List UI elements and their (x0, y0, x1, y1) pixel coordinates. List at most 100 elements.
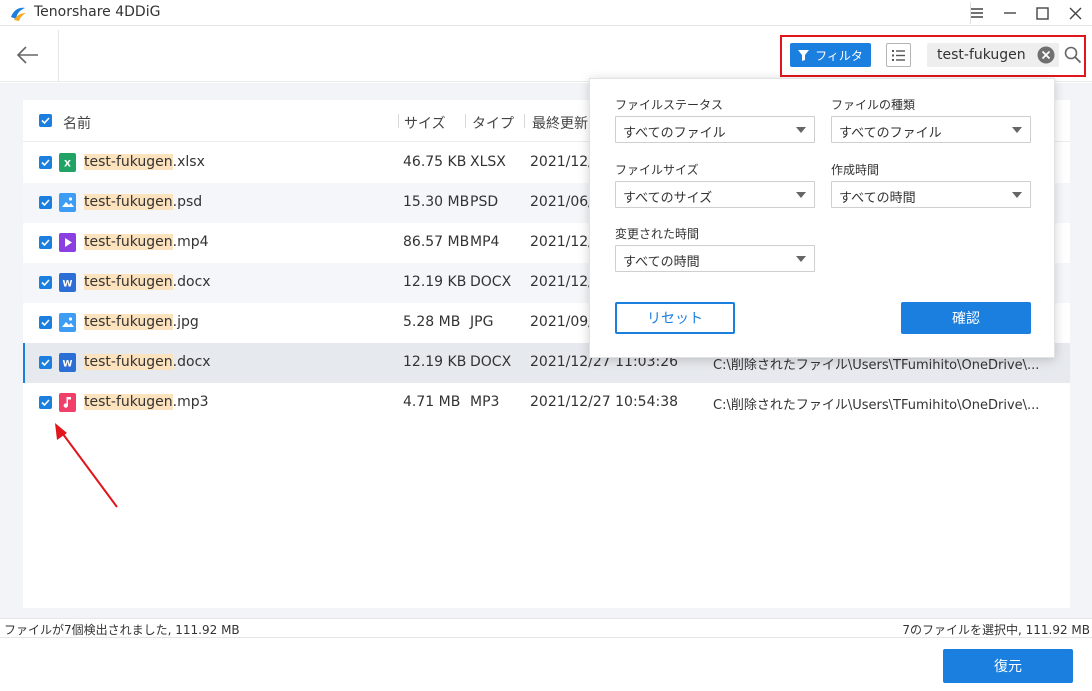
row-checkbox[interactable] (39, 396, 52, 409)
filter-button[interactable]: フィルタ (790, 43, 871, 67)
column-divider (398, 114, 399, 128)
check-icon (41, 239, 50, 247)
video-file-icon (59, 233, 76, 252)
file-extension: .docx (172, 354, 211, 370)
created-time-select[interactable]: すべての時間 (831, 181, 1031, 208)
file-kind-select[interactable]: すべてのファイル (831, 116, 1031, 143)
row-checkbox[interactable] (39, 156, 52, 169)
file-size: 86.57 MB (403, 234, 470, 250)
back-arrow-icon[interactable] (14, 41, 42, 69)
row-checkbox[interactable] (39, 236, 52, 249)
check-icon (41, 199, 50, 207)
file-type: JPG (470, 314, 494, 330)
filter-popup: ファイルステータス すべてのファイル ファイルの種類 すべてのファイル ファイル… (589, 78, 1055, 358)
hamburger-icon (970, 8, 983, 18)
file-size-label: ファイルサイズ (615, 163, 699, 177)
search-match-highlight: test-fukugen (84, 154, 173, 170)
check-icon (41, 399, 50, 407)
file-size: 5.28 MB (403, 314, 461, 330)
svg-text:X: X (64, 160, 71, 170)
file-kind-label: ファイルの種類 (831, 98, 916, 112)
search-match-highlight: test-fukugen (84, 194, 173, 210)
search-match-highlight: test-fukugen (84, 274, 173, 290)
file-name: test-fukugen.psd (84, 194, 202, 210)
file-size: 4.71 MB (403, 394, 461, 410)
row-checkbox[interactable] (39, 316, 52, 329)
file-modified-date: 2021/12/ (530, 154, 593, 170)
column-header-name[interactable]: 名前 (63, 113, 91, 133)
audio-file-icon (59, 393, 76, 412)
file-size-value: すべてのサイズ (623, 191, 713, 206)
row-checkbox[interactable] (39, 276, 52, 289)
app-logo-icon (11, 7, 26, 21)
check-icon (41, 359, 50, 367)
close-button[interactable] (1059, 0, 1092, 26)
app-title: Tenorshare 4DDiG (34, 4, 161, 20)
modified-time-label: 変更された時間 (615, 227, 700, 241)
file-extension: .mp4 (172, 234, 209, 250)
window-controls (960, 0, 1092, 26)
file-modified-date: 2021/12/ (530, 274, 593, 290)
maximize-button[interactable] (1026, 0, 1059, 26)
list-view-button[interactable] (886, 43, 911, 67)
dropdown-caret-icon (1012, 127, 1022, 133)
search-match-highlight: test-fukugen (84, 394, 173, 410)
file-status-select[interactable]: すべてのファイル (615, 116, 815, 143)
check-icon (41, 117, 50, 125)
dropdown-caret-icon (796, 256, 806, 262)
column-header-modified[interactable]: 最終更新 (532, 113, 588, 133)
svg-text:W: W (63, 280, 73, 290)
file-type: PSD (470, 194, 499, 210)
file-size: 12.19 KB (403, 274, 467, 290)
file-modified-date: 2021/12/ (530, 234, 593, 250)
file-size: 46.75 KB (403, 154, 467, 170)
column-divider (465, 114, 466, 128)
toolbar: フィルタ (0, 27, 1092, 82)
confirm-button[interactable]: 確認 (901, 302, 1031, 334)
search-icon[interactable] (1064, 46, 1082, 64)
search-match-highlight: test-fukugen (84, 234, 173, 250)
file-extension: .xlsx (172, 154, 205, 170)
funnel-icon (798, 49, 810, 61)
column-header-size[interactable]: サイズ (404, 113, 446, 133)
search-input[interactable] (937, 46, 1032, 64)
file-type: MP4 (470, 234, 500, 250)
row-checkbox[interactable] (39, 196, 52, 209)
close-icon (1069, 7, 1082, 19)
file-size-select[interactable]: すべてのサイズ (615, 181, 815, 208)
minimize-button[interactable] (993, 0, 1026, 26)
modified-time-value: すべての時間 (623, 255, 700, 270)
file-type: DOCX (470, 274, 512, 290)
file-path: C:\削除されたファイル\Users\TFumihito\OneDrive\..… (713, 398, 1040, 413)
dropdown-caret-icon (1012, 192, 1022, 198)
active-row-indicator (23, 343, 25, 383)
recover-button[interactable]: 復元 (943, 649, 1073, 683)
file-status-value: すべてのファイル (623, 126, 726, 141)
image-file-icon (59, 193, 76, 212)
row-checkbox[interactable] (39, 356, 52, 369)
dropdown-caret-icon (796, 127, 806, 133)
dropdown-caret-icon (796, 192, 806, 198)
created-time-value: すべての時間 (839, 191, 916, 206)
file-size: 15.30 MB (403, 194, 470, 210)
file-name: test-fukugen.docx (84, 274, 211, 290)
search-match-highlight: test-fukugen (84, 314, 173, 330)
column-header-type[interactable]: タイプ (472, 113, 514, 133)
reset-button[interactable]: リセット (615, 302, 735, 334)
menu-button[interactable] (960, 0, 993, 26)
title-bar: Tenorshare 4DDiG (0, 0, 1092, 26)
selected-files-status: 7のファイルを選択中, 111.92 MB (902, 623, 1090, 637)
list-view-icon (892, 49, 905, 61)
file-kind-value: すべてのファイル (839, 126, 942, 141)
clear-search-icon[interactable] (1037, 46, 1055, 64)
modified-time-select[interactable]: すべての時間 (615, 245, 815, 272)
search-match-highlight: test-fukugen (84, 354, 173, 370)
file-name: test-fukugen.mp3 (84, 394, 209, 410)
status-bar: ファイルが7個検出されました, 111.92 MB 7のファイルを選択中, 11… (0, 618, 1092, 638)
select-all-checkbox[interactable] (39, 114, 52, 127)
toolbar-divider (58, 30, 59, 82)
table-row[interactable]: test-fukugen.mp3 4.71 MB MP3 2021/12/27 10:… (23, 383, 1070, 423)
file-modified-date: 2021/09/ (530, 314, 593, 330)
file-status-label: ファイルステータス (615, 98, 724, 112)
file-name: test-fukugen.jpg (84, 314, 199, 330)
